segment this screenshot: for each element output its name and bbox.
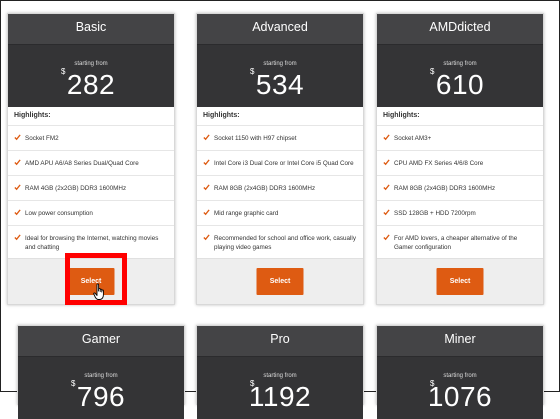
plan-title: Gamer: [18, 326, 184, 357]
feature-item: RAM 8GB (2x4GB) DDR3 1600MHz: [377, 175, 543, 200]
feature-item: AMD APU A6/A8 Series Dual/Quad Core: [8, 150, 174, 175]
feature-item: Socket 1150 with H97 chipset: [197, 125, 363, 150]
feature-text: CPU AMD FX Series 4/6/8 Core: [394, 160, 484, 167]
feature-text: AMD APU A6/A8 Series Dual/Quad Core: [25, 160, 139, 167]
price-box: starting from $ 282: [8, 45, 174, 107]
plan-card-miner: Miner starting from $ 1076: [376, 325, 544, 419]
starting-from-label: starting from: [443, 61, 477, 67]
plan-card-amddicted: AMDdicted starting from $ 610 Highlights…: [376, 13, 544, 305]
check-icon: [203, 234, 210, 241]
plan-title: Advanced: [197, 14, 363, 45]
feature-text: Socket 1150 with H97 chipset: [214, 135, 297, 142]
select-button-amddicted[interactable]: Select: [436, 268, 484, 295]
feature-text: Low power consumption: [25, 210, 93, 217]
feature-item: CPU AMD FX Series 4/6/8 Core: [377, 150, 543, 175]
plan-price: 534: [255, 69, 305, 100]
check-icon: [203, 184, 210, 191]
feature-item: Socket FM2: [8, 125, 174, 150]
plan-card-advanced: Advanced starting from $ 534 Highlights:…: [196, 13, 364, 305]
feature-text: Intel Core i3 Dual Core or Intel Core i5…: [214, 160, 354, 167]
check-icon: [14, 159, 21, 166]
starting-from-label: starting from: [84, 373, 118, 379]
plan-price: 610: [435, 69, 485, 100]
check-icon: [14, 184, 21, 191]
check-icon: [14, 209, 21, 216]
check-icon: [383, 159, 390, 166]
highlights-heading: Highlights:: [14, 112, 51, 119]
plan-price: 282: [66, 69, 116, 100]
check-icon: [383, 134, 390, 141]
feature-item: For AMD lovers, a cheaper alternative of…: [377, 225, 543, 257]
starting-from-label: starting from: [263, 373, 297, 379]
price-box: starting from $ 1076: [377, 357, 543, 419]
check-icon: [203, 209, 210, 216]
price-box: starting from $ 534: [197, 45, 363, 107]
check-icon: [14, 234, 21, 241]
check-icon: [383, 209, 390, 216]
plan-title: AMDdicted: [377, 14, 543, 45]
check-icon: [14, 134, 21, 141]
select-button-advanced[interactable]: Select: [256, 268, 304, 295]
card-footer: Select: [8, 258, 174, 304]
feature-text: RAM 8GB (2x4GB) DDR3 1600MHz: [214, 185, 316, 192]
check-icon: [203, 159, 210, 166]
feature-item: Low power consumption: [8, 200, 174, 225]
card-footer: Select: [377, 258, 543, 304]
price-box: starting from $ 1192: [197, 357, 363, 419]
feature-text: Recommended for school and office work, …: [214, 235, 356, 251]
feature-item: Ideal for browsing the Internet, watchin…: [8, 225, 174, 257]
plan-price: 796: [76, 381, 126, 412]
feature-list: Socket FM2 AMD APU A6/A8 Series Dual/Qua…: [8, 125, 174, 257]
feature-item: RAM 4GB (2x2GB) DDR3 1600MHz: [8, 175, 174, 200]
feature-text: Mid range graphic card: [214, 210, 279, 217]
starting-from-label: starting from: [74, 61, 108, 67]
feature-item: Mid range graphic card: [197, 200, 363, 225]
select-button-basic[interactable]: Select: [67, 268, 115, 295]
highlights-heading: Highlights:: [203, 112, 240, 119]
starting-from-label: starting from: [263, 61, 297, 67]
price-box: starting from $ 610: [377, 45, 543, 107]
hand-cursor-icon: [93, 283, 104, 300]
plan-price: 1076: [427, 381, 493, 412]
starting-from-label: starting from: [443, 373, 477, 379]
plan-title: Pro: [197, 326, 363, 357]
feature-item: Intel Core i3 Dual Core or Intel Core i5…: [197, 150, 363, 175]
check-icon: [383, 234, 390, 241]
plan-price: 1192: [248, 381, 312, 412]
plan-title: Basic: [8, 14, 174, 45]
feature-text: RAM 8GB (2x4GB) DDR3 1600MHz: [394, 185, 496, 192]
feature-list: Socket AM3+ CPU AMD FX Series 4/6/8 Core…: [377, 125, 543, 257]
check-icon: [383, 184, 390, 191]
feature-item: Socket AM3+: [377, 125, 543, 150]
check-icon: [203, 134, 210, 141]
price-box: starting from $ 796: [18, 357, 184, 419]
feature-list: Socket 1150 with H97 chipset Intel Core …: [197, 125, 363, 257]
plan-title: Miner: [377, 326, 543, 357]
feature-text: For AMD lovers, a cheaper alternative of…: [394, 235, 518, 251]
feature-text: Socket AM3+: [394, 135, 432, 142]
feature-item: Recommended for school and office work, …: [197, 225, 363, 257]
feature-item: RAM 8GB (2x4GB) DDR3 1600MHz: [197, 175, 363, 200]
plan-card-pro: Pro starting from $ 1192: [196, 325, 364, 419]
feature-text: Ideal for browsing the Internet, watchin…: [25, 235, 159, 251]
feature-text: RAM 4GB (2x2GB) DDR3 1600MHz: [25, 185, 127, 192]
highlights-heading: Highlights:: [383, 112, 420, 119]
feature-text: SSD 128GB + HDD 7200rpm: [394, 210, 476, 217]
feature-item: SSD 128GB + HDD 7200rpm: [377, 200, 543, 225]
plan-card-gamer: Gamer starting from $ 796: [17, 325, 185, 419]
card-footer: Select: [197, 258, 363, 304]
feature-text: Socket FM2: [25, 135, 59, 142]
plan-card-basic: Basic starting from $ 282 Highlights: So…: [7, 13, 175, 305]
